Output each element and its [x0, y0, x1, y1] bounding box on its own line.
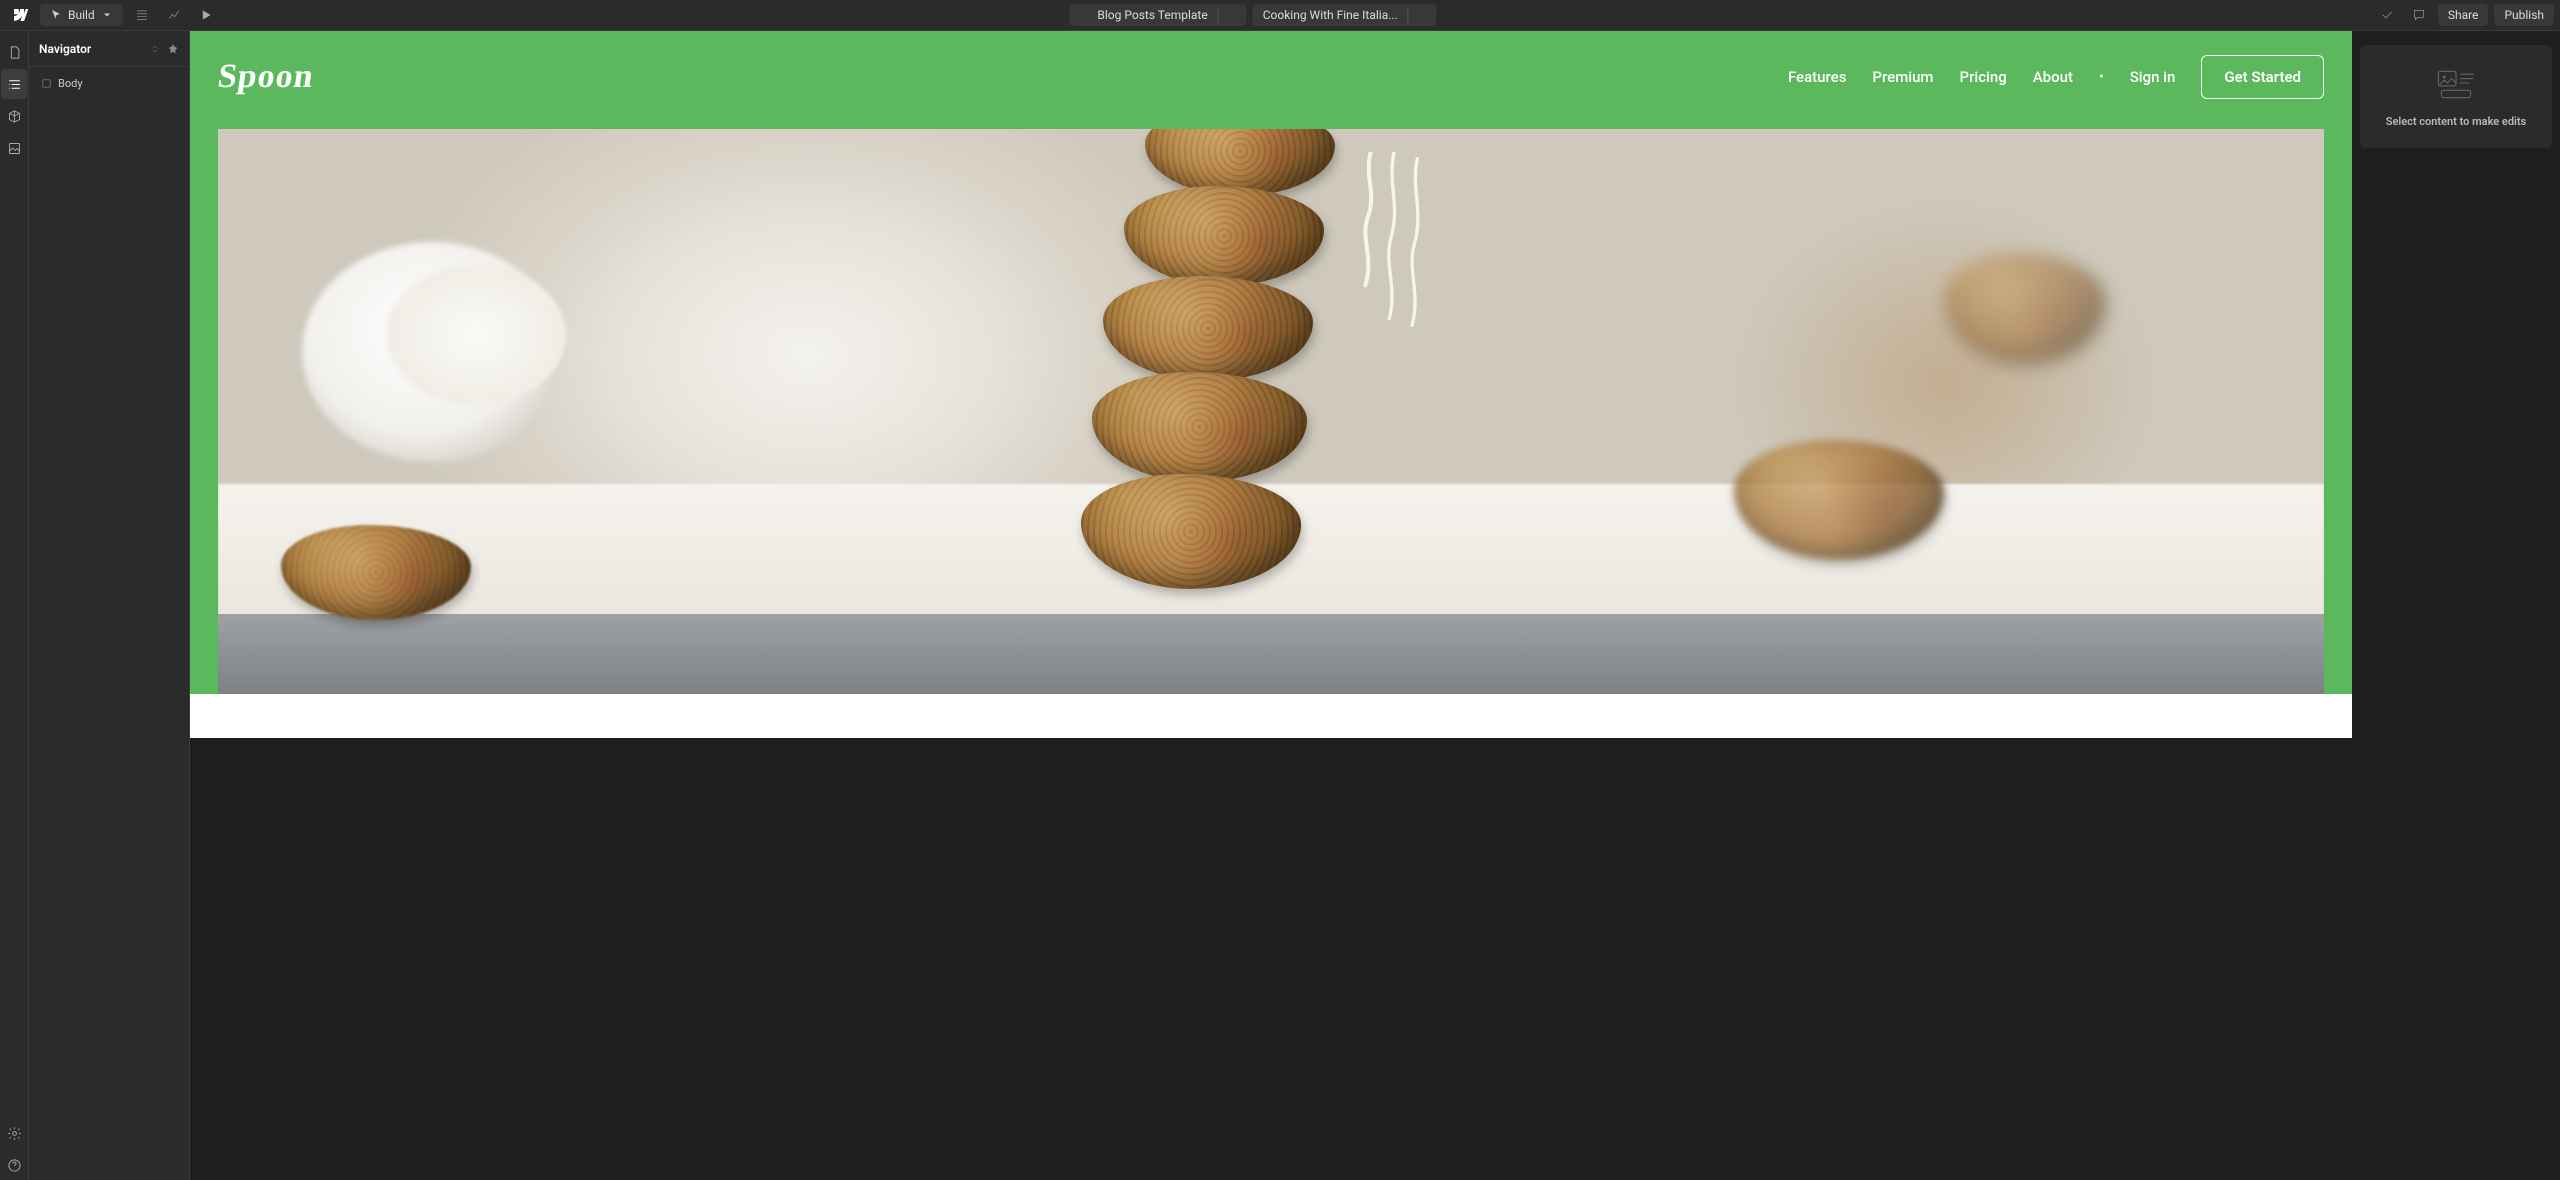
publish-label: Publish	[2504, 8, 2544, 22]
site-navbar[interactable]: Spoon Features Premium Pricing About • S…	[190, 31, 2352, 129]
page-icon	[1079, 9, 1091, 21]
hero-bowl-inner	[386, 265, 566, 405]
preview-button[interactable]	[193, 2, 219, 28]
hero-image[interactable]	[218, 129, 2324, 694]
page-segment[interactable]: Cooking With Fine Italia...	[1253, 4, 1408, 26]
hero-section[interactable]: Spoon Features Premium Pricing About • S…	[190, 31, 2352, 694]
body-icon	[41, 78, 52, 89]
template-selector[interactable]: Blog Posts Template	[1069, 4, 1246, 26]
gear-icon	[1227, 9, 1239, 21]
template-segment[interactable]: Blog Posts Template	[1069, 4, 1217, 26]
nav-link-features[interactable]: Features	[1788, 68, 1846, 86]
navigator-panel: Navigator Body	[29, 31, 190, 1180]
navigator-tree: Body	[29, 67, 189, 100]
collapse-icon[interactable]	[149, 43, 161, 55]
canvas[interactable]: Spoon Features Premium Pricing About • S…	[190, 31, 2352, 1180]
below-hero[interactable]	[190, 694, 2352, 738]
cube-icon	[7, 109, 22, 124]
navigator-tab[interactable]	[1, 69, 27, 99]
share-button[interactable]: Share	[2438, 4, 2489, 26]
components-tab[interactable]	[1, 101, 27, 131]
webflow-logo-icon	[11, 6, 29, 24]
mode-label: Build	[68, 8, 95, 22]
nav-link-about[interactable]: About	[2033, 68, 2073, 86]
left-tool-rail	[0, 31, 29, 1180]
comment-icon	[2412, 8, 2426, 22]
right-style-panel: Select content to make edits	[2352, 31, 2560, 1180]
page-label: Cooking With Fine Italia...	[1263, 8, 1398, 22]
checkmark-status[interactable]	[2374, 2, 2400, 28]
nav-link-premium[interactable]: Premium	[1872, 68, 1933, 86]
tree-icon	[7, 77, 22, 92]
content-placeholder-icon	[2434, 65, 2478, 101]
empty-state-text: Select content to make edits	[2386, 115, 2527, 128]
page-expand[interactable]	[1409, 5, 1437, 25]
template-label: Blog Posts Template	[1097, 8, 1207, 22]
site-logo[interactable]: Spoon	[215, 58, 316, 96]
nav-link-pricing[interactable]: Pricing	[1960, 68, 2007, 86]
assets-tab[interactable]	[1, 133, 27, 163]
tree-item-label: Body	[58, 77, 83, 90]
check-icon	[2380, 8, 2394, 22]
stack-icon	[135, 8, 149, 22]
hero-tray	[218, 614, 2324, 694]
mode-switcher[interactable]: Build	[40, 4, 123, 26]
help-icon	[7, 1158, 22, 1173]
expand-icon	[1417, 9, 1429, 21]
cms-icon-button[interactable]	[129, 2, 155, 28]
chart-icon	[167, 8, 181, 22]
share-label: Share	[2448, 8, 2479, 22]
pin-icon[interactable]	[167, 43, 179, 55]
file-icon	[7, 45, 22, 60]
tree-item-body[interactable]: Body	[29, 73, 189, 94]
webflow-logo[interactable]	[6, 1, 34, 29]
nav-separator-dot: •	[2099, 69, 2104, 85]
topbar-right: Share Publish	[2374, 2, 2554, 28]
gear-icon	[7, 1126, 22, 1141]
play-icon	[199, 8, 213, 22]
settings-tab[interactable]	[1, 1118, 27, 1148]
nav-link-signin[interactable]: Sign in	[2130, 68, 2176, 86]
comments-button[interactable]	[2406, 2, 2432, 28]
navigator-header: Navigator	[29, 31, 189, 67]
publish-button[interactable]: Publish	[2494, 4, 2554, 26]
template-settings[interactable]	[1219, 5, 1247, 25]
top-toolbar: Build Blog Posts Template Cooking With F…	[0, 0, 2560, 31]
site-preview[interactable]: Spoon Features Premium Pricing About • S…	[190, 31, 2352, 738]
analytics-icon-button[interactable]	[161, 2, 187, 28]
help-tab[interactable]	[1, 1150, 27, 1180]
pages-tab[interactable]	[1, 37, 27, 67]
cursor-icon	[50, 9, 62, 21]
desktop-icon	[1443, 0, 1491, 27]
navigator-title: Navigator	[39, 42, 91, 56]
empty-state-card: Select content to make edits	[2360, 45, 2552, 148]
nav-cta-button[interactable]: Get Started	[2201, 55, 2324, 99]
page-selector[interactable]: Cooking With Fine Italia...	[1253, 4, 1437, 26]
image-icon	[7, 141, 22, 156]
chevron-down-icon	[101, 9, 113, 21]
